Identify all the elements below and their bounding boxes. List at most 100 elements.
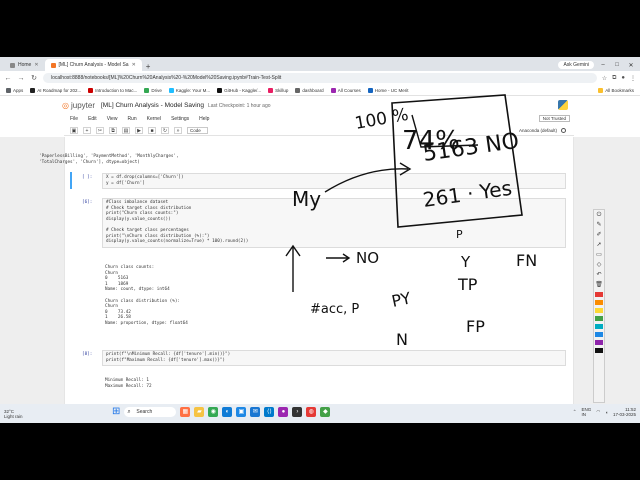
tab-notebook[interactable]: [ML] Churn Analysis - Model Sa ✕ — [44, 59, 142, 71]
all-bookmarks[interactable]: All Bookmarks — [598, 87, 634, 93]
menu-run[interactable]: Run — [127, 116, 136, 122]
profile-icon[interactable]: ● — [621, 75, 625, 82]
fast-forward-icon[interactable]: » — [174, 126, 182, 134]
jupyter-tab-icon — [50, 62, 56, 68]
bookmark-item[interactable]: Skillup — [268, 87, 288, 93]
letterbox-bottom — [0, 423, 640, 480]
mail-icon[interactable]: ✉ — [250, 406, 261, 417]
terminal-icon[interactable]: › — [292, 406, 303, 417]
language-indicator[interactable]: ENG IN — [582, 407, 592, 417]
trusted-badge[interactable]: Not Trusted — [538, 115, 570, 122]
code-cell[interactable]: #Class imbalance dataset # Check target … — [102, 198, 566, 248]
reload-icon[interactable]: ↻ — [30, 74, 38, 82]
arrow-icon[interactable]: ➚ — [596, 242, 601, 249]
code-cell[interactable]: print(f"\nMinimum Recall: {df['tenure'].… — [102, 350, 566, 366]
taskbar-search[interactable]: Search — [124, 406, 177, 417]
vscode-icon[interactable]: ⟨⟩ — [264, 406, 275, 417]
pen-icon[interactable]: ✎ — [596, 222, 601, 229]
paste-icon[interactable]: ▤ — [122, 126, 130, 134]
tab-home[interactable]: Home ✕ — [4, 59, 45, 71]
color-swatch-red[interactable] — [595, 292, 603, 297]
code-cell[interactable]: X = df.drop(columns=['Churn']) y = df['C… — [102, 173, 566, 189]
power-icon[interactable]: ⏻ — [597, 212, 602, 219]
extensions-icon[interactable]: ⧉ — [612, 75, 616, 82]
bookmark-item[interactable]: GitHub - Kaggle/... — [217, 87, 261, 93]
back-icon[interactable]: ← — [4, 75, 12, 82]
bookmark-item[interactable]: All Courses — [330, 87, 361, 93]
color-swatch-yellow[interactable] — [595, 308, 603, 313]
color-swatch-blue[interactable] — [595, 332, 603, 337]
new-tab-button[interactable]: + — [142, 62, 155, 71]
undo-icon[interactable]: ↶ — [596, 272, 601, 279]
cell-prompt: [8]: — [82, 352, 93, 357]
weather-widget[interactable]: 32°C Light rain — [4, 409, 23, 419]
wifi-icon[interactable]: ◠ — [596, 409, 600, 415]
kernel-status[interactable]: Anaconda (default) — [518, 127, 574, 133]
close-icon[interactable]: ✕ — [34, 59, 38, 71]
address-icons: ☆ ⧉ ● ⋮ — [602, 75, 636, 82]
cell-output: Churn class counts: Churn 0 5163 1 1869 … — [105, 265, 188, 326]
color-swatch-orange[interactable] — [595, 300, 603, 305]
volume-icon[interactable]: ◖ — [605, 410, 608, 415]
app-icon[interactable]: ◆ — [320, 406, 331, 417]
bookmark-item[interactable]: Home - UC Merit — [367, 87, 408, 93]
menu-file[interactable]: File — [70, 116, 78, 122]
github-icon — [217, 87, 223, 93]
color-swatch-black[interactable] — [595, 348, 603, 353]
maximize-icon[interactable]: □ — [612, 62, 622, 68]
forward-icon[interactable]: → — [17, 75, 25, 82]
color-swatch-purple[interactable] — [595, 340, 603, 345]
restart-icon[interactable]: ↻ — [161, 126, 169, 134]
windows-start-icon[interactable]: ⊞ — [112, 406, 120, 417]
bookmark-label: All Courses — [337, 87, 361, 93]
cell-type-select[interactable]: Code — [187, 126, 208, 134]
store-icon[interactable]: ▣ — [236, 406, 247, 417]
widgets-icon[interactable]: ▦ — [180, 406, 191, 417]
stop-icon[interactable]: ■ — [148, 126, 156, 134]
menu-help[interactable]: Help — [199, 116, 209, 122]
ask-gemini-button[interactable]: Ask Gemini — [558, 61, 594, 69]
add-cell-icon[interactable]: + — [83, 126, 91, 134]
save-icon[interactable]: ▣ — [70, 126, 78, 134]
close-icon[interactable]: ✕ — [132, 59, 136, 71]
chrome-icon[interactable]: ◉ — [208, 406, 219, 417]
cut-icon[interactable]: ✂ — [96, 126, 104, 134]
menu-view[interactable]: View — [107, 116, 118, 122]
url-input[interactable]: localhost:8888/notebooks/[ML]%20Churn%20… — [43, 73, 597, 83]
highlighter-icon[interactable]: ✐ — [596, 232, 601, 239]
eraser-icon[interactable]: ▭ — [596, 252, 602, 259]
copy-icon[interactable]: ⧉ — [109, 126, 117, 134]
notebook-title[interactable]: [ML] Churn Analysis - Model Saving — [101, 102, 204, 109]
bookmark-item[interactable]: AI Roadmap for 202... — [30, 87, 81, 93]
trash-icon[interactable]: 🗑 — [595, 282, 603, 289]
menu-edit[interactable]: Edit — [88, 116, 97, 122]
app-icon[interactable]: ● — [278, 406, 289, 417]
menu-settings[interactable]: Settings — [171, 116, 189, 122]
menu-kernel[interactable]: Kernel — [147, 116, 161, 122]
file-explorer-icon[interactable]: ▰ — [194, 406, 205, 417]
bookmark-item[interactable]: Introduction to Mac... — [88, 87, 137, 93]
bookmark-item[interactable]: dashboard — [295, 87, 324, 93]
bookmark-item[interactable]: Drive — [144, 87, 162, 93]
bookmark-apps[interactable]: Apps — [6, 87, 23, 93]
menu-icon[interactable]: ⋮ — [630, 75, 636, 82]
minimize-icon[interactable]: – — [598, 62, 608, 68]
notebook-toolbar: ▣ + ✂ ⧉ ▤ ▶ ■ ↻ » Code Anaconda (default… — [64, 125, 574, 136]
kernel-name: Anaconda (default) — [518, 127, 557, 133]
recorder-icon[interactable]: ◍ — [306, 406, 317, 417]
star-icon[interactable]: ☆ — [602, 75, 607, 82]
color-swatch-cyan[interactable] — [595, 324, 603, 329]
color-swatch-green[interactable] — [595, 316, 603, 321]
jupyter-logo[interactable]: ◎ jupyter — [62, 101, 95, 110]
edge-icon[interactable]: ◐ — [222, 406, 233, 417]
bookmark-icon — [295, 87, 301, 93]
shape-icon[interactable]: ◇ — [597, 262, 602, 269]
cell-output: 'PaperlessBilling', 'PaymentMethod', 'Mo… — [39, 154, 179, 165]
bookmark-item[interactable]: Kaggle: Your M... — [168, 87, 210, 93]
clock[interactable]: 11:52 17-03-2025 — [613, 407, 636, 417]
run-icon[interactable]: ▶ — [135, 126, 143, 134]
close-window-icon[interactable]: ✕ — [626, 62, 636, 69]
tray-chevron-icon[interactable]: ⌃ — [573, 409, 577, 415]
kernel-idle-icon — [561, 127, 566, 133]
browser-tabstrip: Home ✕ [ML] Churn Analysis - Model Sa ✕ + … — [0, 57, 640, 71]
